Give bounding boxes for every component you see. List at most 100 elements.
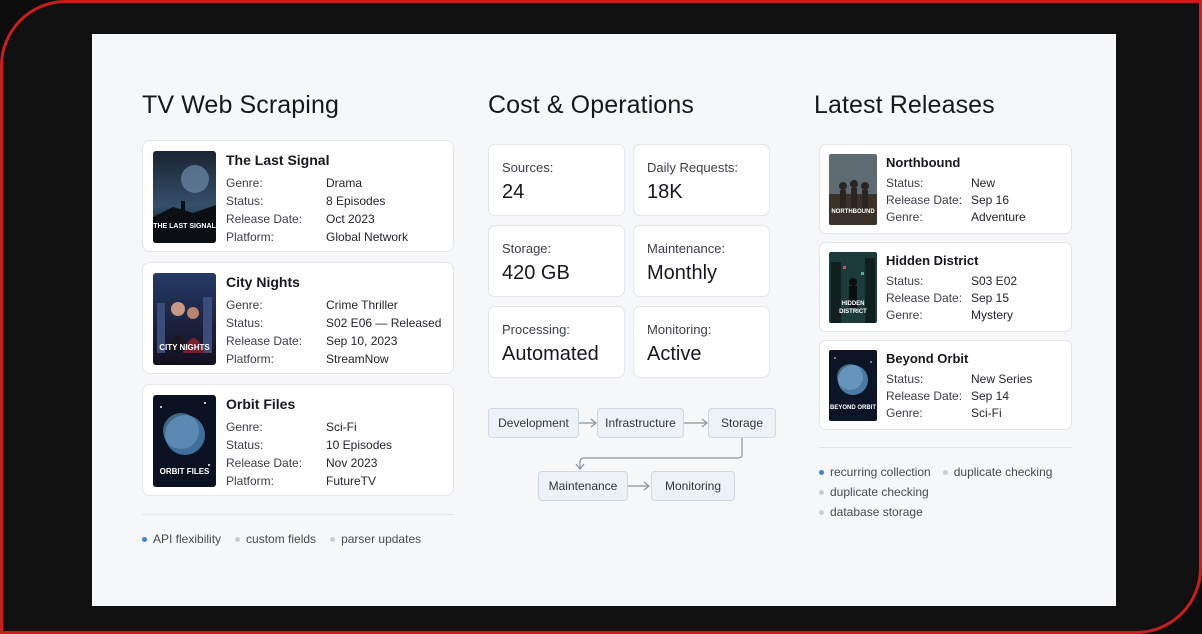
meta-value: Sep 15: [971, 291, 1010, 305]
section-divider: [819, 447, 1072, 448]
tag-item: API flexibility: [142, 532, 221, 546]
meta-value: Mystery: [971, 308, 1013, 322]
meta-label: Status:: [226, 194, 264, 208]
show-title: City Nights: [226, 274, 300, 290]
flow-step-development: Development: [488, 408, 579, 438]
poster-title-text: ORBIT FILES: [159, 467, 210, 476]
tag-label: custom fields: [246, 532, 317, 546]
meta-value: Sep 16: [971, 193, 1010, 207]
bullet-dot-icon: [942, 469, 948, 475]
tag-item: duplicate checking: [942, 462, 1053, 482]
meta-label: Genre:: [226, 176, 263, 190]
meta-label: Genre:: [886, 210, 923, 224]
release-title: Beyond Orbit: [886, 351, 969, 366]
show-card-city-nights[interactable]: CITY NIGHTS City Nights Genre: Crime Thri…: [142, 262, 454, 374]
feature-tags: API flexibility custom fields parser upd…: [142, 532, 421, 546]
meta-value: 10 Episodes: [326, 438, 393, 452]
meta-label: Release Date:: [226, 212, 303, 226]
show-title: The Last Signal: [226, 152, 330, 168]
tag-label: API flexibility: [153, 532, 222, 546]
meta-label: Status:: [886, 176, 924, 190]
release-meta: Status: S03 E02 Release Date: Sep 15 Genre…: [886, 273, 1017, 324]
meta-label: Status:: [226, 316, 264, 330]
meta-label: Status:: [886, 372, 924, 386]
release-title: Hidden District: [886, 253, 979, 268]
release-meta: Status: New Series Release Date: Sep 14 Ge…: [886, 371, 1032, 422]
flow-step-storage: Storage: [708, 408, 776, 438]
tag-item: custom fields: [235, 532, 316, 546]
meta-label: Release Date:: [226, 334, 303, 348]
poster-title-text: CITY NIGHTS: [159, 343, 210, 352]
meta-label: Genre:: [226, 298, 263, 312]
meta-label: Genre:: [226, 420, 263, 434]
tv-scraping-title: TV Web Scraping: [142, 91, 339, 119]
meta-value: S02 E06 — Released: [326, 316, 442, 330]
tag-item: duplicate checking: [819, 482, 929, 502]
meta-label: Platform:: [226, 352, 275, 366]
tag-item: parser updates: [330, 532, 421, 546]
meta-label: Status:: [226, 438, 264, 452]
bullet-dot-icon: [142, 536, 147, 542]
meta-label: Release Date:: [886, 291, 963, 305]
tag-label: duplicate checking: [953, 465, 1053, 479]
meta-label: Platform:: [226, 474, 275, 488]
release-tags: recurring collection duplicate checking …: [819, 462, 1052, 522]
meta-value: FutureTV: [326, 474, 377, 488]
tag-label: recurring collection: [830, 465, 931, 479]
show-meta: Genre: Sci-Fi Status: 10 Episodes Release …: [226, 418, 392, 490]
meta-value: Sep 14: [971, 389, 1010, 403]
meta-value: Sci-Fi: [971, 406, 1002, 420]
meta-value: StreamNow: [326, 352, 389, 366]
meta-value: Drama: [326, 176, 363, 190]
show-meta: Genre: Crime Thriller Status: S02 E06 — Re…: [226, 296, 441, 368]
meta-label: Release Date:: [886, 193, 963, 207]
meta-label: Platform:: [226, 230, 275, 244]
meta-value: Sep 10, 2023: [326, 334, 398, 348]
bullet-dot-icon: [819, 469, 824, 475]
flow-step-maintenance: Maintenance: [538, 471, 628, 501]
release-card-northbound[interactable]: NORTHBOUND Northbound Status: New Release…: [819, 144, 1072, 234]
poster-title-text: THE LAST SIGNAL: [153, 223, 216, 230]
show-meta: Genre: Drama Status: 8 Episodes Release Da…: [226, 174, 408, 246]
meta-value: New Series: [971, 372, 1033, 386]
tag-item: database storage: [819, 502, 923, 522]
release-meta: Status: New Release Date: Sep 16 Genre: Adv…: [886, 175, 1026, 226]
bullet-dot-icon: [819, 489, 824, 495]
flow-step-infrastructure: Infrastructure: [597, 408, 684, 438]
meta-value: New: [971, 176, 996, 190]
tag-label: parser updates: [341, 532, 422, 546]
show-title: Orbit Files: [226, 396, 296, 412]
release-title: Northbound: [886, 155, 961, 170]
tag-item: recurring collection: [819, 462, 931, 482]
poster-title-text: HIDDEN DISTRICT: [839, 301, 867, 315]
section-divider: [142, 514, 454, 515]
outer-frame: TV Web Scraping THE LAST SIGNAL The Last…: [0, 0, 1202, 634]
meta-value: Adventure: [971, 210, 1026, 224]
meta-value: Crime Thriller: [326, 298, 398, 312]
meta-label: Status:: [886, 274, 924, 288]
meta-value: Global Network: [326, 230, 409, 244]
bullet-dot-icon: [235, 536, 241, 542]
show-card-orbit-files[interactable]: ORBIT FILES Orbit Files Genre: Sci-Fi Sta…: [142, 384, 454, 496]
release-card-hidden-district[interactable]: HIDDEN DISTRICT Hidden District Status: S…: [819, 242, 1072, 332]
bullet-dot-icon: [330, 536, 336, 542]
meta-label: Genre:: [886, 406, 923, 420]
poster-title-text: NORTHBOUND: [831, 209, 875, 215]
flow-connectors: [575, 418, 743, 491]
meta-value: 8 Episodes: [326, 194, 386, 208]
latest-releases-title: Latest Releases: [814, 91, 995, 119]
flow-step-monitoring: Monitoring: [651, 471, 735, 501]
bullet-dot-icon: [819, 509, 824, 515]
meta-label: Release Date:: [226, 456, 303, 470]
release-card-beyond-orbit[interactable]: BEYOND ORBIT Beyond Orbit Status: New Ser…: [819, 340, 1072, 430]
show-card-the-last-signal[interactable]: THE LAST SIGNAL The Last Signal Genre: Dr…: [142, 140, 454, 252]
dashboard-panel: TV Web Scraping THE LAST SIGNAL The Last…: [92, 34, 1116, 606]
poster-title-text: BEYOND ORBIT: [829, 405, 876, 411]
meta-label: Genre:: [886, 308, 923, 322]
tag-label: duplicate checking: [830, 485, 929, 499]
meta-value: Oct 2023: [326, 212, 375, 226]
meta-value: Sci-Fi: [326, 420, 357, 434]
tag-label: database storage: [830, 505, 923, 519]
meta-value: Nov 2023: [326, 456, 378, 470]
meta-label: Release Date:: [886, 389, 963, 403]
